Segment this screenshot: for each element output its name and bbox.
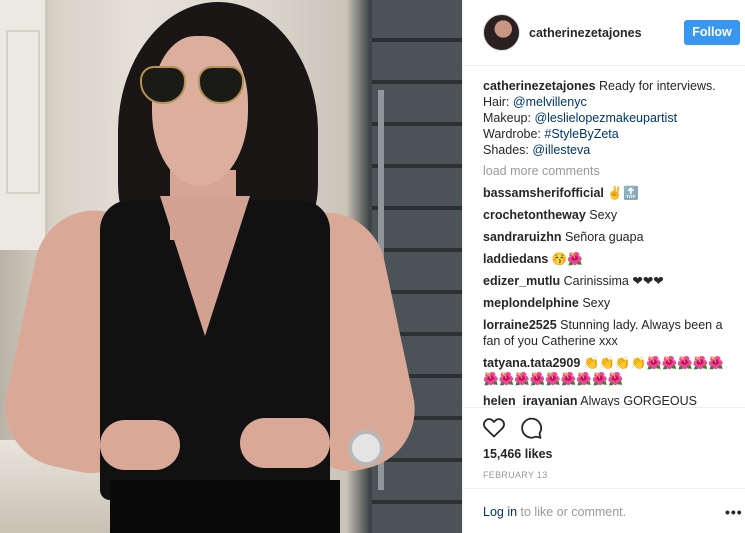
photo-sunglasses: [140, 66, 244, 106]
comment-username[interactable]: edizer_mutlu: [483, 274, 560, 288]
post-header: catherinezetajones Follow: [463, 0, 745, 66]
comment-username[interactable]: tatyana.tata2909: [483, 356, 580, 370]
post-date: FEBRUARY 13: [483, 470, 548, 480]
caption-makeup-link[interactable]: @leslielopezmakeupartist: [534, 111, 677, 125]
post-photo[interactable]: [0, 0, 462, 533]
comment-username[interactable]: helen_irayanian: [483, 394, 578, 406]
list-item: tatyana.tata2909 👏👏👏👏🌺🌺🌺🌺🌺🌺🌺🌺🌺🌺🌺🌺🌺🌺: [483, 355, 739, 387]
login-prompt: Log in to like or comment.: [483, 505, 626, 519]
comment-username[interactable]: bassamsherifofficial: [483, 186, 604, 200]
photo-watch: [348, 430, 384, 466]
avatar[interactable]: [483, 14, 520, 51]
list-item: bassamsherifofficial ✌️🔝: [483, 185, 739, 201]
caption-hair-label: Hair:: [483, 95, 510, 109]
comment-text: Sexy: [589, 208, 618, 222]
caption-username[interactable]: catherinezetajones: [483, 79, 596, 93]
list-item: crochetontheway Sexy: [483, 207, 739, 223]
caption-makeup-label: Makeup:: [483, 111, 531, 125]
comment-text: Always GORGEOUS: [580, 394, 697, 406]
list-item: sandraruizhn Señora guapa: [483, 229, 739, 245]
load-more-comments[interactable]: load more comments: [483, 163, 739, 179]
photo-pants: [110, 480, 340, 533]
caption-text: Ready for interviews.: [599, 79, 716, 93]
login-row: Log in to like or comment. •••: [463, 488, 745, 533]
login-link[interactable]: Log in: [483, 505, 517, 519]
comment-text: Señora guapa: [564, 230, 644, 244]
list-item: meplondelphine Sexy: [483, 295, 739, 311]
caption-wardrobe-hashtag[interactable]: #StyleByZeta: [544, 127, 618, 141]
comment-username[interactable]: sandraruizhn: [483, 230, 562, 244]
comment-username[interactable]: crochetontheway: [483, 208, 586, 222]
comment-text: Sexy: [582, 296, 611, 310]
list-item: helen_irayanian Always GORGEOUS: [483, 393, 739, 406]
like-count[interactable]: 15,466 likes: [483, 447, 553, 461]
comments-list[interactable]: catherinezetajones Ready for interviews.…: [483, 78, 739, 406]
more-options-icon[interactable]: •••: [725, 505, 743, 519]
caption-hair-link[interactable]: @melvillenyc: [513, 95, 587, 109]
comment-icon[interactable]: [519, 416, 543, 440]
post-actions: 15,466 likes FEBRUARY 13 Log in to like …: [463, 407, 745, 533]
list-item: lorraine2525 Stunning lady. Always been …: [483, 317, 739, 349]
photo-face: [152, 36, 248, 186]
photo-neckline: [160, 196, 250, 336]
caption-shades-label: Shades:: [483, 143, 529, 157]
comment-username[interactable]: laddiedans: [483, 252, 548, 266]
follow-button[interactable]: Follow: [684, 20, 740, 45]
list-item: edizer_mutlu Carinissima ❤❤❤: [483, 273, 739, 289]
list-item: laddiedans 😚🌺: [483, 251, 739, 267]
header-username[interactable]: catherinezetajones: [529, 26, 642, 40]
comment-text: ✌️🔝: [607, 186, 639, 200]
post-caption: catherinezetajones Ready for interviews.…: [483, 78, 739, 158]
comment-username[interactable]: lorraine2525: [483, 318, 557, 332]
caption-shades-link[interactable]: @illesteva: [532, 143, 590, 157]
photo-cabinet: [0, 0, 48, 250]
photo-right-hand: [240, 418, 330, 468]
comment-text: Carinissima ❤❤❤: [563, 274, 664, 288]
login-prompt-text: to like or comment.: [517, 505, 627, 519]
post-side-panel: catherinezetajones Follow catherinezetaj…: [462, 0, 745, 533]
caption-wardrobe-label: Wardrobe:: [483, 127, 541, 141]
heart-icon[interactable]: [482, 416, 506, 440]
comment-text: 😚🌺: [551, 252, 583, 266]
photo-left-hand: [100, 420, 180, 470]
comment-username[interactable]: meplondelphine: [483, 296, 579, 310]
